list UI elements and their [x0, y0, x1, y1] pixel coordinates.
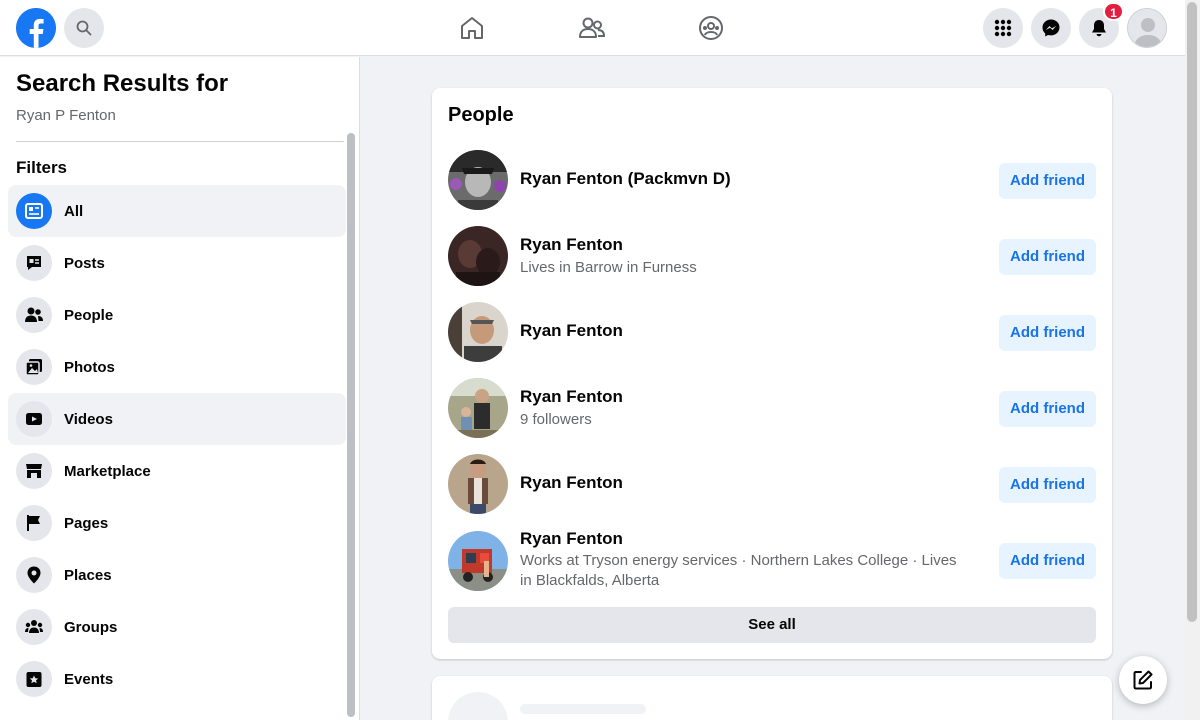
notification-count-badge: 1	[1103, 2, 1124, 21]
person-detail: Lives in Barrow in Furness	[520, 259, 697, 276]
filter-label: All	[64, 202, 84, 220]
filter-videos[interactable]: Videos	[8, 393, 346, 445]
person-name[interactable]: Ryan Fenton	[520, 235, 623, 255]
search-button[interactable]	[64, 8, 104, 48]
friends-icon	[579, 17, 606, 38]
filter-all[interactable]: All	[8, 185, 346, 237]
people-results-card: People Ryan Fenton (Packmvn D) Add frien…	[432, 88, 1112, 659]
filter-photos[interactable]: Photos	[8, 341, 346, 393]
videos-icon	[16, 401, 52, 437]
search-query-text: Ryan P Fenton	[16, 107, 116, 124]
top-navigation-bar: 1	[0, 0, 1185, 56]
person-name[interactable]: Ryan Fenton	[520, 473, 623, 493]
people-section-title: People	[448, 104, 514, 126]
person-result-row[interactable]: Ryan Fenton (Packmvn D) Add friend	[448, 150, 1096, 214]
person-detail: Works at Tryson energy services · Northe…	[520, 552, 957, 589]
people-icon	[16, 297, 52, 333]
person-avatar[interactable]	[448, 150, 508, 210]
add-friend-button[interactable]: Add friend	[999, 239, 1096, 275]
person-avatar[interactable]	[448, 378, 508, 438]
pages-flag-icon	[16, 505, 52, 541]
filter-label: Pages	[64, 514, 109, 532]
filter-label: Photos	[64, 358, 115, 376]
default-avatar-icon	[1128, 9, 1166, 47]
all-results-icon	[16, 193, 52, 229]
loading-placeholder-line	[520, 704, 646, 714]
new-message-button[interactable]	[1119, 656, 1167, 704]
filter-label: People	[64, 306, 114, 324]
marketplace-icon	[16, 453, 52, 489]
filter-label: Posts	[64, 254, 105, 272]
add-friend-button[interactable]: Add friend	[999, 391, 1096, 427]
person-name[interactable]: Ryan Fenton	[520, 529, 623, 549]
loading-placeholder-avatar	[448, 692, 508, 720]
page-scrollbar-thumb[interactable]	[1187, 2, 1197, 622]
search-filters-sidebar: Search Results for Ryan P Fenton Filters…	[0, 57, 360, 720]
add-friend-button[interactable]: Add friend	[999, 315, 1096, 351]
add-friend-button[interactable]: Add friend	[999, 163, 1096, 199]
places-pin-icon	[16, 557, 52, 593]
filter-posts[interactable]: Posts	[8, 237, 346, 289]
filter-places[interactable]: Places	[8, 549, 346, 601]
messenger-icon	[1042, 19, 1060, 37]
add-friend-button[interactable]: Add friend	[999, 467, 1096, 503]
person-detail: 9 followers	[520, 411, 592, 428]
home-icon	[461, 17, 483, 39]
groups-icon	[699, 16, 723, 40]
home-nav-tab[interactable]	[458, 14, 486, 42]
facebook-f-icon	[16, 8, 56, 48]
friends-nav-tab[interactable]	[578, 14, 606, 42]
filter-people[interactable]: People	[8, 289, 346, 341]
person-result-row[interactable]: Ryan Fenton Add friend	[448, 454, 1096, 518]
messenger-button[interactable]	[1031, 8, 1071, 48]
see-all-button[interactable]: See all	[448, 607, 1096, 643]
person-result-row[interactable]: Ryan Fenton Add friend	[448, 302, 1096, 366]
add-friend-button[interactable]: Add friend	[999, 543, 1096, 579]
person-name[interactable]: Ryan Fenton	[520, 387, 623, 407]
search-icon	[76, 20, 92, 36]
divider	[16, 141, 344, 142]
filter-pages[interactable]: Pages	[8, 497, 346, 549]
photos-icon	[16, 349, 52, 385]
person-avatar[interactable]	[448, 302, 508, 362]
filter-label: Groups	[64, 618, 118, 636]
person-name[interactable]: Ryan Fenton	[520, 321, 623, 341]
person-result-row[interactable]: Ryan Fenton Works at Tryson energy servi…	[448, 529, 1096, 594]
sidebar-title: Search Results for	[16, 70, 229, 97]
person-avatar[interactable]	[448, 226, 508, 286]
person-result-row[interactable]: Ryan Fenton Lives in Barrow in Furness A…	[448, 226, 1096, 290]
menu-grid-icon	[994, 19, 1012, 37]
person-avatar[interactable]	[448, 454, 508, 514]
filter-groups[interactable]: Groups	[8, 601, 346, 653]
filter-marketplace[interactable]: Marketplace	[8, 445, 346, 497]
filter-label: Marketplace	[64, 462, 151, 480]
filters-heading: Filters	[16, 158, 68, 177]
bell-icon	[1092, 20, 1106, 37]
groups-nav-tab[interactable]	[697, 14, 725, 42]
loading-result-card	[432, 676, 1112, 720]
filter-label: Videos	[64, 410, 113, 428]
filter-events[interactable]: Events	[8, 653, 346, 705]
menu-button[interactable]	[983, 8, 1023, 48]
sidebar-scrollbar[interactable]	[347, 133, 355, 717]
person-avatar[interactable]	[448, 531, 508, 591]
person-result-row[interactable]: Ryan Fenton 9 followers Add friend	[448, 378, 1096, 442]
groups-icon	[16, 609, 52, 645]
filter-label: Places	[64, 566, 112, 584]
compose-icon	[1133, 670, 1153, 690]
profile-avatar[interactable]	[1127, 8, 1167, 48]
facebook-logo[interactable]	[16, 8, 56, 48]
events-icon	[16, 661, 52, 697]
person-name[interactable]: Ryan Fenton (Packmvn D)	[520, 169, 731, 189]
posts-icon	[16, 245, 52, 281]
filter-label: Events	[64, 670, 114, 688]
